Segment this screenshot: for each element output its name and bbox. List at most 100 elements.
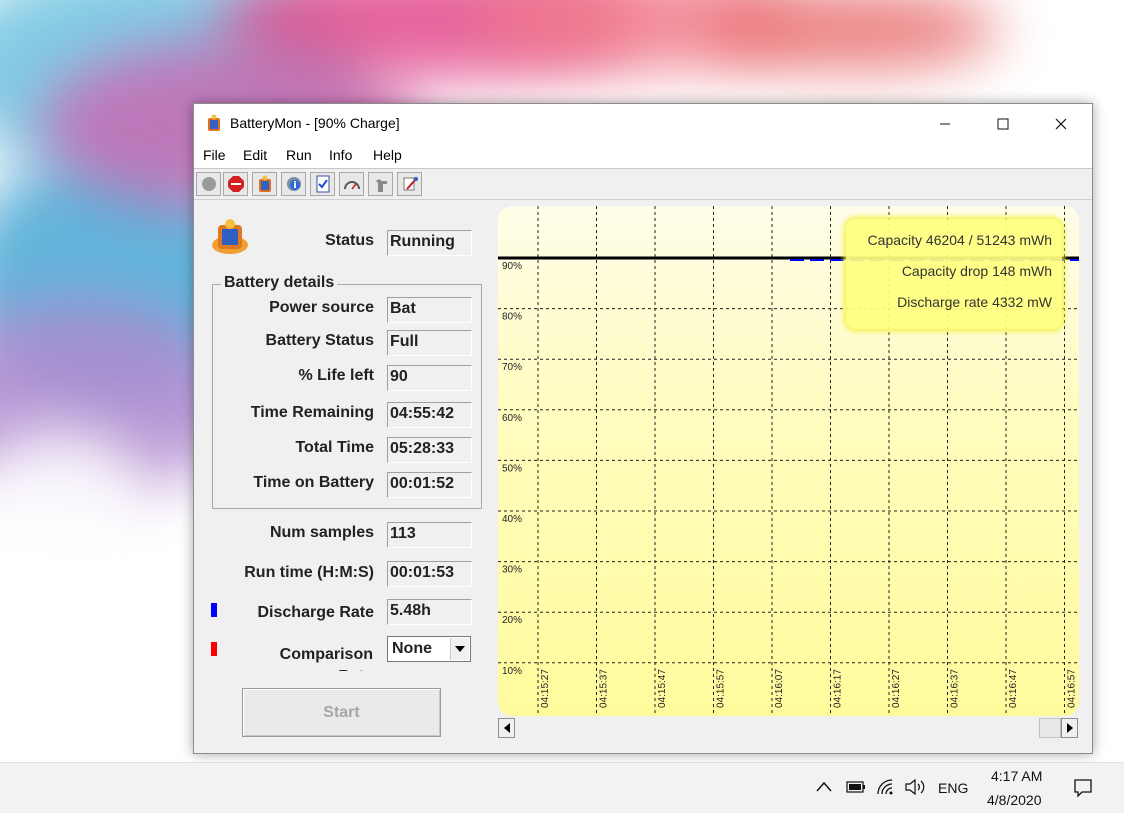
scroll-left-button[interactable] [498,718,515,738]
minimize-button[interactable] [916,104,974,144]
power-source-value: Bat [387,297,472,323]
total-time-value: 05:28:33 [387,437,472,463]
x-tick-label: 04:16:07 [774,669,785,708]
discharge-rate-text: Discharge rate 4332 mW [897,294,1052,310]
scroll-right-button[interactable] [1061,718,1078,738]
gauge-button[interactable] [339,172,364,196]
x-tick-label: 04:16:57 [1067,669,1078,708]
capacity-text: Capacity 46204 / 51243 mWh [867,232,1052,248]
x-tick-label: 04:15:47 [657,669,668,708]
time-on-battery-label: Time on Battery [253,474,374,491]
checklist-icon [316,175,329,193]
clock-time[interactable]: 4:17 AM [991,768,1042,784]
chevron-up-icon[interactable] [816,781,832,793]
gauge-icon [343,181,360,190]
menu-file[interactable]: File [203,147,226,163]
y-tick-label: 40% [502,514,522,525]
y-tick-label: 10% [502,666,522,677]
life-left-label: % Life left [298,367,374,384]
start-button[interactable]: Start [242,688,441,737]
y-tick-label: 50% [502,463,522,474]
window-title: BatteryMon - [90% Charge] [230,115,400,131]
record-icon [201,177,216,191]
stop-button[interactable] [223,172,248,196]
num-samples-label: Num samples [269,524,374,541]
time-remaining-label: Time Remaining [250,404,374,421]
chevron-left-icon [503,723,510,733]
y-tick-label: 70% [502,362,522,373]
hand-button[interactable] [368,172,393,196]
tools-button[interactable] [397,172,422,196]
x-tick-label: 04:16:17 [833,669,844,708]
battery-tray-icon[interactable] [846,781,866,793]
battery-status-label: Battery Status [265,332,374,349]
life-left-value: 90 [387,365,472,391]
y-tick-label: 30% [502,565,522,576]
x-tick-label: 04:15:57 [716,669,727,708]
battery-status-value: Full [387,330,472,356]
chart-horizontal-scrollbar[interactable] [498,718,1080,738]
hand-icon [375,179,387,192]
capacity-drop-text: Capacity drop 148 mWh [901,263,1052,279]
maximize-icon [997,118,1009,130]
discharge-rate-color-marker [211,603,217,617]
close-icon [1055,118,1067,130]
run-time-value: 00:01:53 [387,561,472,587]
menu-bar: File Edit Run Info Help [194,144,1092,169]
batterymon-window: BatteryMon - [90% Charge] File Edit Run … [193,103,1093,754]
status-value: Running [387,230,472,256]
maximize-button[interactable] [974,104,1032,144]
volume-icon[interactable] [904,779,926,795]
record-button[interactable] [196,172,221,196]
battery-button[interactable] [252,172,277,196]
language-indicator[interactable]: ENG [938,780,968,796]
wifi-icon[interactable] [876,778,896,796]
notification-icon[interactable] [1073,778,1093,798]
battery-chart: 90% 80% 70% 60% 50% 40% 30% 20% 10% 04:15:27 04:15… [498,206,1079,716]
time-on-battery-value: 00:01:52 [387,472,472,498]
time-remaining-value: 04:55:42 [387,402,472,428]
y-tick-label: 80% [502,312,522,323]
settings-info-button[interactable] [281,172,306,196]
title-bar: BatteryMon - [90% Charge] [194,104,1092,144]
clock-date[interactable]: 4/8/2020 [987,792,1042,808]
battery-details-title: Battery details [221,274,338,292]
run-time-label: Run time (H:M:S) [244,564,374,581]
menu-help[interactable]: Help [373,147,402,163]
menu-info[interactable]: Info [329,147,352,163]
scrollbar-thumb[interactable] [1039,718,1061,738]
comparison-rate-dropdown[interactable]: None [387,636,471,662]
menu-edit[interactable]: Edit [243,147,267,163]
y-tick-label: 90% [502,261,522,272]
chart-info-box: Capacity 46204 / 51243 mWh Capacity drop… [846,219,1062,329]
power-source-label: Power source [269,299,374,316]
x-tick-label: 04:16:37 [950,669,961,708]
comparison-rate-color-marker [211,642,217,656]
x-tick-label: 04:15:37 [599,669,610,708]
dropdown-arrow-button[interactable] [450,638,469,660]
settings-info-icon [286,177,301,191]
total-time-label: Total Time [295,439,374,456]
taskbar: ENG 4:17 AM 4/8/2020 [0,762,1124,813]
tools-icon [403,177,418,191]
chevron-down-icon [455,646,465,652]
stop-icon [227,176,244,192]
menu-run[interactable]: Run [286,147,312,163]
y-tick-label: 60% [502,413,522,424]
battery-status-icon [212,219,248,254]
comparison-rate-selected: None [392,640,432,657]
comparison-rate-label-clip: Comparison Rate [254,643,373,671]
battery-icon [258,175,271,192]
num-samples-value: 113 [387,522,472,548]
battery-app-icon [208,114,220,131]
x-tick-label: 04:16:47 [1008,669,1019,708]
x-tick-label: 04:15:27 [540,669,551,708]
minimize-icon [940,123,950,125]
checklist-button[interactable] [310,172,335,196]
chevron-right-icon [1066,723,1073,733]
discharge-rate-label: Discharge Rate [257,604,375,621]
status-label: Status [325,232,374,249]
toolbar [194,169,1092,200]
x-tick-label: 04:16:27 [891,669,902,708]
close-button[interactable] [1032,104,1090,144]
